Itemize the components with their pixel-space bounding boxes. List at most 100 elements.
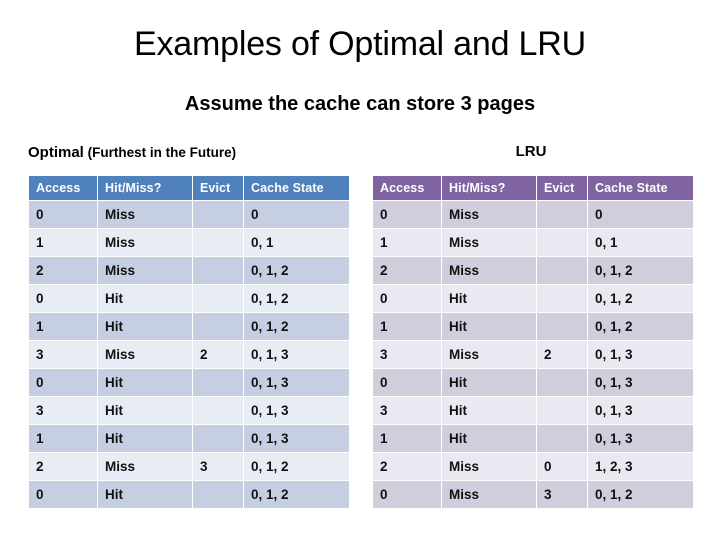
cell-access: 0 <box>373 201 441 228</box>
table-row: 1 Hit 0, 1, 3 <box>373 425 693 452</box>
cell-cache-state: 0, 1, 2 <box>588 257 693 284</box>
table-row: 0 Miss 0 <box>373 201 693 228</box>
cell-cache-state: 0, 1, 3 <box>588 397 693 424</box>
cell-hit-miss: Hit <box>98 425 192 452</box>
cell-cache-state: 0, 1 <box>588 229 693 256</box>
cell-cache-state: 0, 1, 2 <box>244 285 349 312</box>
cell-hit-miss: Miss <box>442 257 536 284</box>
column-header-evict: Evict <box>537 176 587 200</box>
table-row: 0 Hit 0, 1, 3 <box>373 369 693 396</box>
table-row: 2 Miss 0, 1, 2 <box>373 257 693 284</box>
cell-cache-state: 0, 1 <box>244 229 349 256</box>
cell-evict <box>537 313 587 340</box>
cell-access: 3 <box>29 341 97 368</box>
cell-evict <box>537 257 587 284</box>
cell-cache-state: 0, 1, 2 <box>588 481 693 508</box>
lru-cache-table: Access Hit/Miss? Evict Cache State 0 Miss… <box>372 175 694 509</box>
table-row: 2 Miss 0 1, 2, 3 <box>373 453 693 480</box>
cell-cache-state: 0, 1, 3 <box>588 341 693 368</box>
cell-access: 0 <box>373 285 441 312</box>
cell-evict <box>537 229 587 256</box>
cell-hit-miss: Hit <box>442 285 536 312</box>
cell-evict <box>193 257 243 284</box>
cell-hit-miss: Miss <box>98 341 192 368</box>
cell-cache-state: 0, 1, 2 <box>244 453 349 480</box>
cell-access: 2 <box>373 257 441 284</box>
cell-hit-miss: Hit <box>442 369 536 396</box>
table-row: 1 Hit 0, 1, 2 <box>29 313 349 340</box>
cell-evict <box>537 397 587 424</box>
cell-access: 3 <box>373 341 441 368</box>
table-header-row: Access Hit/Miss? Evict Cache State <box>29 176 349 200</box>
cell-cache-state: 0, 1, 2 <box>244 257 349 284</box>
cell-cache-state: 0, 1, 2 <box>244 481 349 508</box>
cell-cache-state: 1, 2, 3 <box>588 453 693 480</box>
table-row: 0 Hit 0, 1, 2 <box>29 481 349 508</box>
column-header-access: Access <box>29 176 97 200</box>
cell-hit-miss: Miss <box>98 453 192 480</box>
cell-hit-miss: Hit <box>98 397 192 424</box>
cell-access: 1 <box>29 313 97 340</box>
table-row: 2 Miss 3 0, 1, 2 <box>29 453 349 480</box>
cell-cache-state: 0, 1, 3 <box>244 369 349 396</box>
cell-evict <box>193 313 243 340</box>
cell-hit-miss: Miss <box>98 257 192 284</box>
cell-evict <box>193 369 243 396</box>
cell-access: 0 <box>29 201 97 228</box>
cell-hit-miss: Miss <box>98 229 192 256</box>
cell-hit-miss: Hit <box>98 369 192 396</box>
cell-cache-state: 0, 1, 2 <box>588 285 693 312</box>
table-row: 1 Miss 0, 1 <box>373 229 693 256</box>
optimal-cache-table: Access Hit/Miss? Evict Cache State 0 Miss… <box>28 175 350 509</box>
table-row: 1 Miss 0, 1 <box>29 229 349 256</box>
column-header-access: Access <box>373 176 441 200</box>
optimal-caption-main: Optimal <box>28 144 84 161</box>
cell-evict <box>193 285 243 312</box>
cell-cache-state: 0, 1, 2 <box>244 313 349 340</box>
cell-hit-miss: Hit <box>98 285 192 312</box>
table-row: 3 Miss 2 0, 1, 3 <box>373 341 693 368</box>
cell-access: 0 <box>373 481 441 508</box>
slide-subtitle: Assume the cache can store 3 pages <box>184 93 536 115</box>
table-row: 1 Hit 0, 1, 2 <box>373 313 693 340</box>
page-title: Examples of Optimal and LRU <box>134 25 586 63</box>
cell-cache-state: 0 <box>244 201 349 228</box>
table-header-row: Access Hit/Miss? Evict Cache State <box>373 176 693 200</box>
column-header-cache-state: Cache State <box>244 176 349 200</box>
cell-hit-miss: Hit <box>98 313 192 340</box>
column-header-evict: Evict <box>193 176 243 200</box>
cell-hit-miss: Hit <box>442 425 536 452</box>
cell-access: 3 <box>29 397 97 424</box>
cell-cache-state: 0, 1, 3 <box>244 397 349 424</box>
cell-hit-miss: Hit <box>442 397 536 424</box>
cell-evict: 3 <box>193 453 243 480</box>
cell-access: 2 <box>373 453 441 480</box>
cell-evict <box>193 397 243 424</box>
cell-access: 2 <box>29 453 97 480</box>
cell-cache-state: 0, 1, 3 <box>244 341 349 368</box>
cell-hit-miss: Miss <box>98 201 192 228</box>
cell-evict <box>193 201 243 228</box>
table-row: 0 Hit 0, 1, 2 <box>29 285 349 312</box>
cell-hit-miss: Hit <box>98 481 192 508</box>
optimal-table-caption: Optimal (Furthest in the Future) <box>28 143 236 163</box>
cell-evict <box>193 425 243 452</box>
cell-access: 1 <box>373 425 441 452</box>
cell-hit-miss: Hit <box>442 313 536 340</box>
table-row: 0 Hit 0, 1, 3 <box>29 369 349 396</box>
cell-evict: 0 <box>537 453 587 480</box>
optimal-table-body: 0 Miss 0 1 Miss 0, 1 2 Miss 0, 1, 2 0 Hit 0, 1, 21H… <box>29 201 349 508</box>
column-header-hit-miss: Hit/Miss? <box>98 176 192 200</box>
optimal-caption-subtext: (Furthest in the Future) <box>87 145 237 160</box>
cell-cache-state: 0, 1, 3 <box>588 425 693 452</box>
column-header-cache-state: Cache State <box>588 176 693 200</box>
cell-access: 0 <box>29 369 97 396</box>
cell-access: 1 <box>29 425 97 452</box>
cell-access: 2 <box>29 257 97 284</box>
table-row: 1 Hit 0, 1, 3 <box>29 425 349 452</box>
table-row: 0 Miss 3 0, 1, 2 <box>373 481 693 508</box>
table-row: 2 Miss 0, 1, 2 <box>29 257 349 284</box>
cell-evict <box>537 425 587 452</box>
cell-hit-miss: Miss <box>442 341 536 368</box>
cell-evict: 2 <box>537 341 587 368</box>
